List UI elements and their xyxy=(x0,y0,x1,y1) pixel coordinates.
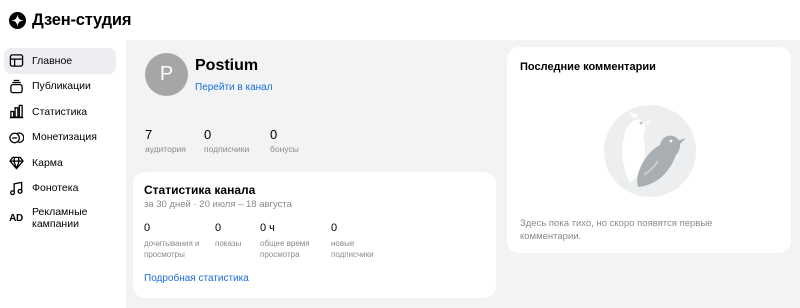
recent-comments-card: Последние комментарии Здесь пока тихо, н… xyxy=(507,47,791,253)
music-note-icon xyxy=(8,180,24,196)
sidebar-item-label: Карма xyxy=(32,156,63,169)
metric-caption: новые подписчики xyxy=(331,239,374,259)
sidebar-item-ad-campaigns[interactable]: AD Рекламные кампании xyxy=(4,203,116,233)
channel-name: Postium xyxy=(195,57,259,74)
sidebar-item-label: Фонотека xyxy=(32,182,79,195)
sidebar-item-label: Статистика xyxy=(32,105,88,118)
sidebar-nav: Главное Публикации Статистика Монетизаци… xyxy=(4,48,116,233)
sidebar-item-main[interactable]: Главное xyxy=(4,48,116,74)
metric-caption: показы xyxy=(215,239,242,248)
sidebar-item-publications[interactable]: Публикации xyxy=(4,74,116,100)
stat-caption: бонусы xyxy=(270,144,299,154)
metric-caption: общее время просмотра xyxy=(260,239,310,259)
stat-value: 0 xyxy=(204,127,212,142)
bar-chart-icon xyxy=(8,104,24,120)
app-title: Дзен-студия xyxy=(32,11,132,29)
stat-caption: аудитория xyxy=(145,144,186,154)
metric-watch-time: 0 ч общее время просмотра xyxy=(260,222,326,260)
publications-icon xyxy=(8,78,24,94)
sidebar-item-label: Главное xyxy=(32,54,73,67)
diamond-icon xyxy=(8,155,24,171)
coins-icon xyxy=(8,129,24,145)
layout-icon xyxy=(8,53,24,69)
sidebar-item-label: Монетизация xyxy=(32,131,97,144)
sidebar-item-music[interactable]: Фонотека xyxy=(4,176,116,202)
sidebar-item-karma[interactable]: Карма xyxy=(4,150,116,176)
detailed-stats-link[interactable]: Подробная статистика xyxy=(144,273,249,284)
avatar[interactable]: P xyxy=(145,53,188,96)
stats-period: за 30 дней · 20 июля – 18 августа xyxy=(144,199,292,210)
sidebar-item-statistics[interactable]: Статистика xyxy=(4,99,116,125)
metric-new-subscribers: 0 новые подписчики xyxy=(331,222,391,260)
empty-birds-illustration xyxy=(604,105,696,197)
app-logo[interactable]: Дзен-студия xyxy=(9,11,131,30)
stat-value: 7 xyxy=(145,127,153,142)
zen-star-icon xyxy=(9,12,26,29)
metric-value: 0 xyxy=(331,222,338,234)
stat-bonuses: 0 бонусы xyxy=(270,127,299,154)
metric-value: 0 ч xyxy=(260,222,275,234)
metric-value: 0 xyxy=(144,222,151,234)
sidebar-item-monetization[interactable]: Монетизация xyxy=(4,125,116,151)
ad-icon: AD xyxy=(9,212,23,224)
sidebar-item-label: Публикации xyxy=(32,80,91,93)
stat-caption: подписчики xyxy=(204,144,250,154)
go-to-channel-link[interactable]: Перейти в канал xyxy=(195,82,273,93)
sidebar-item-label: Рекламные кампании xyxy=(32,205,88,231)
channel-stats-card: Статистика канала за 30 дней · 20 июля –… xyxy=(133,172,496,298)
empty-comments-text: Здесь пока тихо, но скоро появятся первы… xyxy=(520,218,713,242)
metric-impressions: 0 показы xyxy=(215,222,259,249)
card-title: Последние комментарии xyxy=(520,61,656,73)
stat-subscribers: 0 подписчики xyxy=(204,127,249,154)
metric-caption: дочитывания и просмотры xyxy=(144,239,200,259)
metric-value: 0 xyxy=(215,222,222,234)
stat-audience: 7 аудитория xyxy=(145,127,186,154)
stat-value: 0 xyxy=(270,127,278,142)
card-title: Статистика канала xyxy=(144,183,256,197)
metric-reads-views: 0 дочитывания и просмотры xyxy=(144,222,210,260)
